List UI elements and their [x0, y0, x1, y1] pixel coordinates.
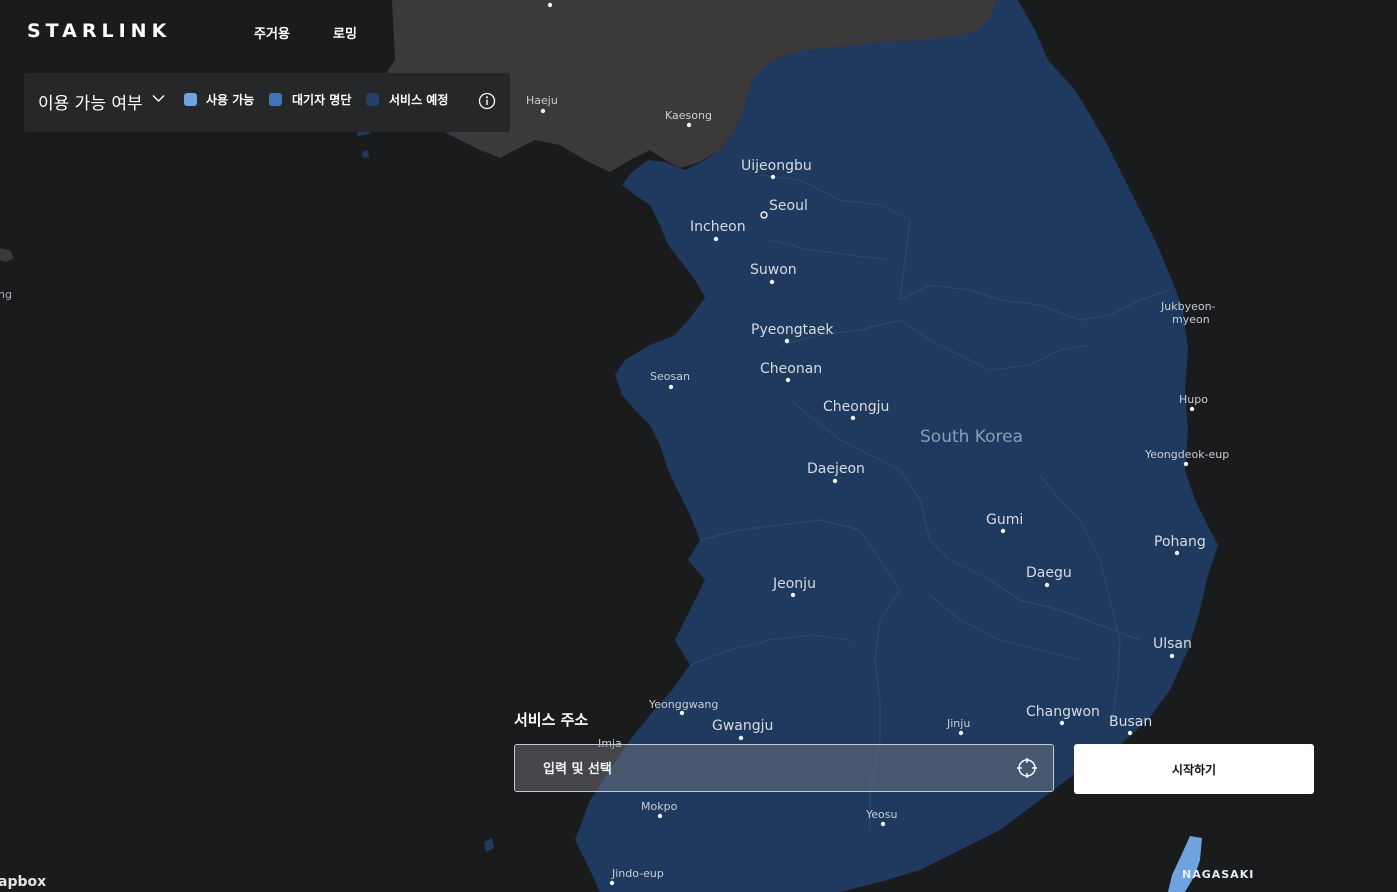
city-label-jukbyeon-line1: Jukbyeon-: [1160, 300, 1216, 313]
city-label-nagasaki: NAGASAKI: [1182, 868, 1254, 881]
service-address-field: [514, 744, 1054, 793]
start-button[interactable]: 시작하기: [1074, 744, 1314, 794]
city-label-seosan: Seosan: [650, 370, 690, 383]
city-label-cheongju: Cheongju: [823, 399, 889, 415]
city-label-incheon: Incheon: [690, 219, 746, 235]
nav-link-roaming[interactable]: 로밍: [333, 23, 357, 42]
city-label-yeosu: Yeosu: [865, 808, 897, 821]
left-landmass-edge: [0, 248, 14, 262]
legend-label-coming-soon: 서비스 예정: [389, 93, 449, 107]
city-label-cheonan: Cheonan: [760, 361, 822, 377]
nav-link-residential[interactable]: 주거용: [254, 23, 290, 42]
city-label-jindo-eup: Jindo-eup: [611, 867, 664, 880]
starlink-logo[interactable]: STARLINK: [27, 20, 171, 42]
legend-swatch-waitlist: [269, 93, 282, 106]
city-label-pohang: Pohang: [1154, 534, 1206, 550]
city-label-pyeongtaek: Pyeongtaek: [751, 322, 834, 338]
city-label-yeongdeok-eup: Yeongdeok-eup: [1144, 448, 1229, 461]
availability-legend: 이용 가능 여부 사용 가능 대기자 명단 서비스 예정: [24, 73, 510, 132]
city-label-uijeongbu: Uijeongbu: [741, 158, 812, 174]
chevron-down-icon[interactable]: [152, 94, 165, 103]
city-label-daegu: Daegu: [1026, 565, 1072, 581]
city-label-jeonju: Jeonju: [772, 576, 816, 592]
mapbox-attribution[interactable]: apbox: [0, 874, 46, 890]
city-label-yeonggwang: Yeonggwang: [648, 698, 718, 711]
country-label-south-korea: South Korea: [920, 427, 1023, 447]
city-label-suwon: Suwon: [750, 262, 797, 278]
service-address-label: 서비스 주소: [514, 711, 589, 729]
city-label-seoul: Seoul: [769, 198, 808, 214]
availability-dropdown[interactable]: 이용 가능 여부: [38, 89, 143, 114]
city-label-changwon: Changwon: [1026, 704, 1100, 720]
city-label-gumi: Gumi: [986, 512, 1023, 528]
info-icon[interactable]: [478, 92, 496, 110]
service-address-input[interactable]: [541, 745, 985, 793]
nagasaki-island: [1168, 836, 1202, 892]
city-label-busan: Busan: [1109, 714, 1152, 730]
city-label-daejeon: Daejeon: [807, 461, 865, 477]
city-label-jinju: Jinju: [946, 717, 970, 730]
locate-crosshair-icon[interactable]: [1016, 757, 1038, 779]
legend-label-available: 사용 가능: [206, 93, 255, 107]
city-label-ulsan: Ulsan: [1153, 636, 1192, 652]
city-label-kaesong: Kaesong: [665, 109, 712, 122]
legend-swatch-coming-soon: [366, 93, 379, 106]
city-label-mokpo: Mokpo: [641, 800, 678, 813]
city-label-hupo: Hupo: [1179, 393, 1208, 406]
legend-swatch-available: [184, 93, 197, 106]
city-label-partial-left: ng: [0, 288, 12, 301]
legend-label-waitlist: 대기자 명단: [292, 93, 352, 107]
city-label-jukbyeon-line2: myeon: [1172, 313, 1210, 326]
city-label-haeju: Haeju: [526, 94, 558, 107]
city-label-gwangju: Gwangju: [712, 718, 773, 734]
